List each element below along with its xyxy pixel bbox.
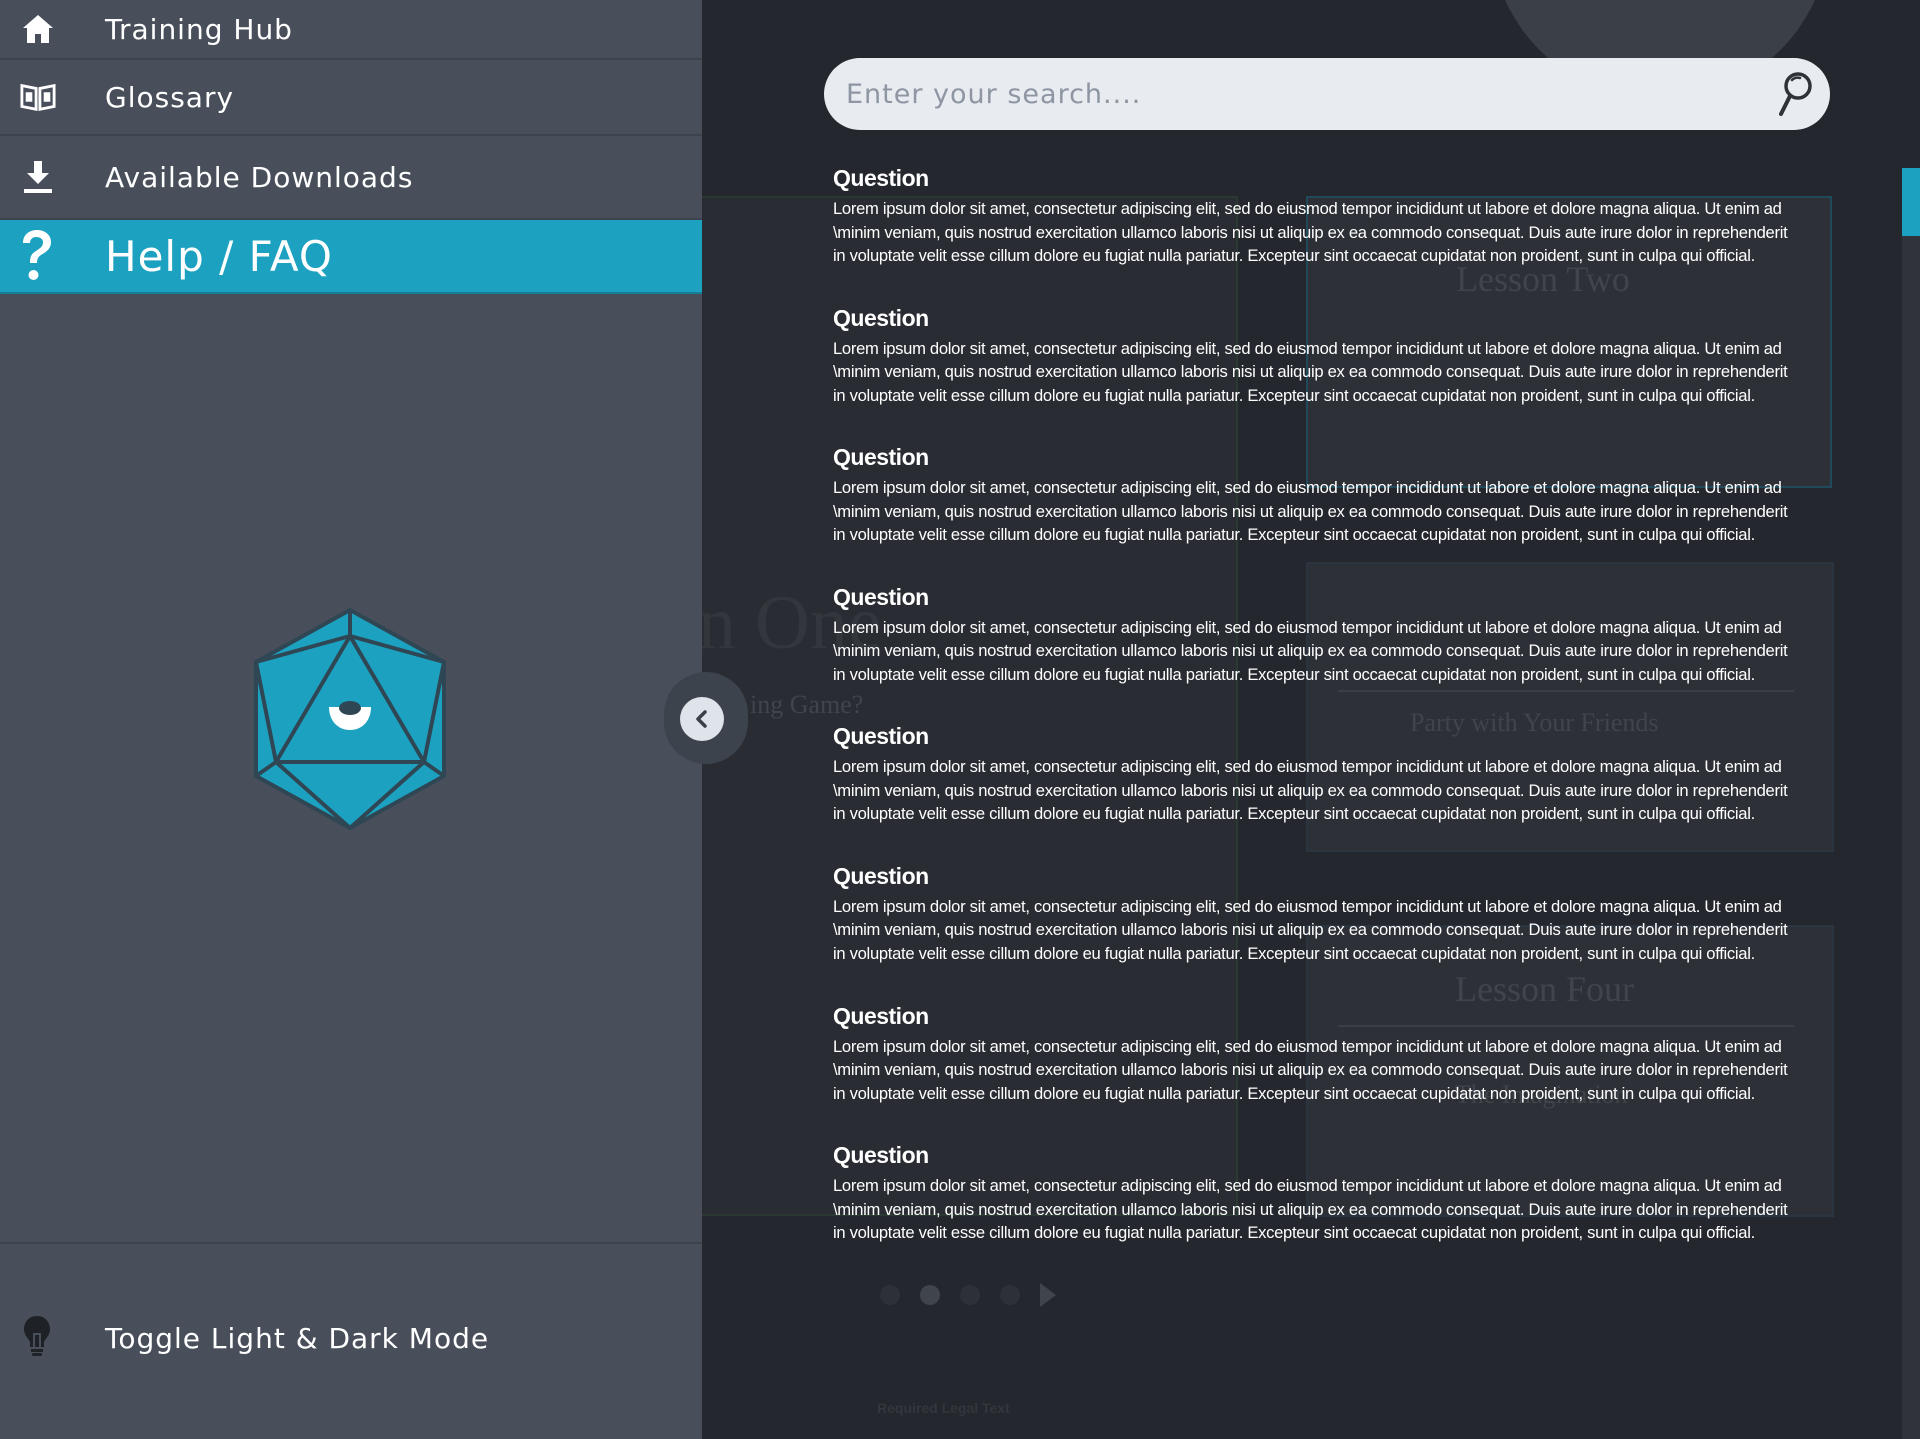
faq-question: Question [833, 862, 929, 889]
faq-item[interactable]: Question Lorem ipsum dolor sit amet, con… [833, 165, 1803, 305]
book-icon [20, 79, 56, 115]
faq-item[interactable]: Question Lorem ipsum dolor sit amet, con… [833, 863, 1803, 1003]
faq-answer: Lorem ipsum dolor sit amet, consectetur … [833, 338, 1788, 405]
faq-question: Question [833, 1002, 929, 1029]
faq-item[interactable]: Question Lorem ipsum dolor sit amet, con… [833, 444, 1803, 584]
sidebar-item-help-faq[interactable]: Help / FAQ [0, 220, 702, 294]
faq-question: Question [833, 304, 929, 331]
collapse-sidebar-button[interactable] [680, 697, 724, 741]
faq-question: Question [833, 444, 929, 471]
faq-answer: Lorem ipsum dolor sit amet, consectetur … [833, 199, 1788, 265]
faq-answer: Lorem ipsum dolor sit amet, consectetur … [833, 896, 1788, 963]
toggle-light-dark-mode-button[interactable]: Toggle Light & Dark Mode [0, 1300, 702, 1380]
faq-item[interactable]: Question Lorem ipsum dolor sit amet, con… [833, 1003, 1803, 1143]
sidebar-item-label: Help / FAQ [105, 231, 333, 281]
faq-question: Question [833, 165, 929, 191]
faq-item[interactable]: Question Lorem ipsum dolor sit amet, con… [833, 584, 1803, 724]
scrollbar-track[interactable] [1902, 168, 1920, 1439]
faq-answer: Lorem ipsum dolor sit amet, consectetur … [833, 1036, 1788, 1103]
sidebar-item-label: Training Hub [105, 12, 293, 46]
search-input[interactable] [846, 68, 1726, 120]
faq-answer: Lorem ipsum dolor sit amet, consectetur … [833, 1176, 1788, 1243]
scrollbar-thumb[interactable] [1902, 168, 1920, 236]
download-icon [20, 159, 56, 195]
sidebar: Training Hub Glossary Available Download… [0, 0, 702, 1439]
toggle-mode-label: Toggle Light & Dark Mode [105, 1322, 490, 1355]
legal-text: Required Legal Text [877, 1400, 1010, 1416]
faq-question: Question [833, 583, 929, 610]
chevron-left-icon [696, 710, 707, 728]
faq-list: Question Lorem ipsum dolor sit amet, con… [833, 165, 1803, 1282]
background-carousel-dots [880, 1283, 1056, 1307]
search-bar [824, 58, 1830, 130]
d20-logo-icon [254, 608, 446, 830]
sidebar-item-label: Available Downloads [105, 160, 414, 194]
sidebar-item-label: Glossary [105, 80, 235, 114]
carousel-dot [1000, 1285, 1020, 1305]
sidebar-item-glossary[interactable]: Glossary [0, 60, 702, 136]
faq-item[interactable]: Question Lorem ipsum dolor sit amet, con… [833, 305, 1803, 445]
faq-question: Question [833, 1142, 929, 1169]
sidebar-item-training-hub[interactable]: Training Hub [0, 0, 702, 60]
carousel-play-icon [1040, 1283, 1056, 1307]
sidebar-item-downloads[interactable]: Available Downloads [0, 136, 702, 220]
faq-question: Question [833, 723, 929, 750]
question-icon [18, 230, 54, 280]
faq-item[interactable]: Question Lorem ipsum dolor sit amet, con… [833, 1142, 1803, 1282]
search-icon[interactable] [1774, 70, 1814, 118]
lightbulb-icon [22, 1314, 52, 1363]
carousel-dot [880, 1285, 900, 1305]
faq-answer: Lorem ipsum dolor sit amet, consectetur … [833, 757, 1788, 824]
faq-answer: Lorem ipsum dolor sit amet, consectetur … [833, 617, 1788, 684]
home-icon [20, 11, 56, 47]
carousel-dot-active [920, 1285, 940, 1305]
faq-answer: Lorem ipsum dolor sit amet, consectetur … [833, 478, 1788, 545]
carousel-dot [960, 1285, 980, 1305]
faq-item[interactable]: Question Lorem ipsum dolor sit amet, con… [833, 723, 1803, 863]
